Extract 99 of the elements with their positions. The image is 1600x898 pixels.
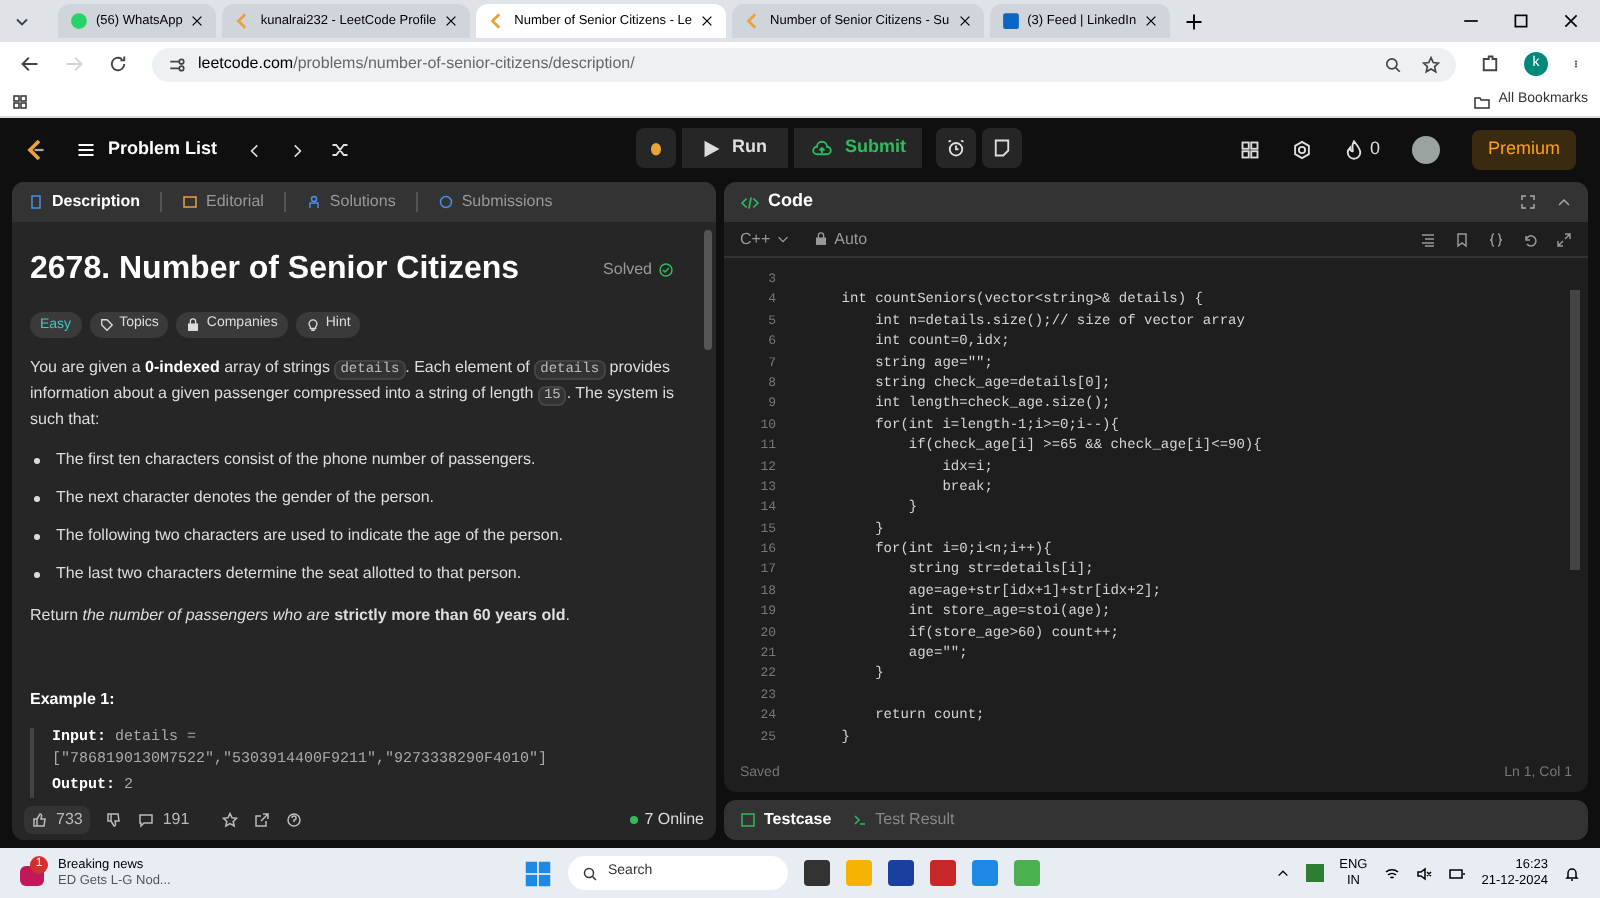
bullet-text: The last two characters determine the seat allotted to that person. (56, 562, 522, 586)
scrollbar-thumb[interactable] (1570, 290, 1580, 570)
bullet-text: The following two characters are used to indicate the age of the person. (56, 524, 563, 548)
braces-icon[interactable] (1488, 231, 1504, 247)
expand-icon[interactable] (1556, 231, 1572, 247)
panel-title: Code (768, 188, 813, 215)
premium-button[interactable]: Premium (1471, 130, 1576, 170)
thumbs-down-icon[interactable] (106, 812, 123, 828)
example-heading: Example 1: (30, 688, 117, 712)
bullet-text: The first ten characters consist of the phone number of passengers. (56, 448, 536, 472)
scrollbar-thumb[interactable] (704, 230, 712, 350)
lightbulb-icon (305, 318, 320, 332)
extensions-icon[interactable] (1480, 54, 1500, 74)
site-settings-icon (168, 55, 186, 73)
bullet-icon (34, 533, 40, 539)
notifications-icon[interactable] (1564, 865, 1580, 881)
format-icon[interactable] (1420, 231, 1436, 247)
bullet-icon (34, 457, 40, 463)
fullscreen-icon[interactable] (1520, 194, 1536, 210)
tag-icon (99, 318, 114, 332)
brand-logo-icon[interactable] (24, 138, 48, 162)
panel-tab[interactable]: Submissions (437, 190, 553, 214)
panel-tab[interactable]: Testcase (740, 808, 832, 832)
flame-icon[interactable] (1343, 140, 1364, 160)
bullet-text: The next character denotes the gender of the person. (56, 486, 435, 510)
undo-icon[interactable] (1522, 231, 1538, 247)
problem-title: 2678. Number of Senior Citizens (30, 250, 520, 290)
close-icon[interactable] (444, 14, 459, 28)
bullet-icon (34, 495, 40, 501)
help-icon[interactable] (285, 812, 302, 828)
zoom-icon[interactable] (1384, 55, 1402, 73)
settings-icon[interactable] (1291, 140, 1312, 160)
windows-start-icon[interactable] (524, 859, 552, 887)
search-icon (582, 865, 598, 881)
bookmark-icon[interactable] (1454, 231, 1470, 247)
close-icon[interactable] (957, 14, 972, 28)
comment-icon (138, 812, 155, 828)
shuffle-icon[interactable] (329, 140, 350, 160)
timer-button[interactable] (936, 128, 976, 168)
close-icon[interactable] (190, 14, 205, 28)
list-icon (76, 140, 96, 160)
close-icon[interactable] (1562, 12, 1580, 30)
wifi-icon[interactable] (1383, 865, 1400, 881)
language-dropdown[interactable]: C++ (740, 227, 791, 251)
thumbs-up-icon (32, 812, 48, 828)
panel-tab[interactable]: Editorial (182, 190, 264, 214)
more-icon[interactable] (1572, 54, 1580, 74)
play-icon (702, 139, 720, 157)
panel-tab[interactable]: Description (28, 190, 141, 214)
chevron-down-icon (776, 232, 791, 246)
chat-icon (70, 12, 88, 30)
close-icon[interactable] (1144, 14, 1159, 28)
solved-status: Solved (603, 258, 674, 282)
star-icon[interactable] (1422, 55, 1440, 73)
chevron-up-icon[interactable] (1275, 866, 1290, 880)
folder-icon (1474, 93, 1491, 109)
cloud-upload-icon (809, 138, 833, 158)
code-icon (740, 193, 760, 211)
share-icon[interactable] (253, 812, 270, 828)
address-bar[interactable]: leetcode.com/problems/number-of-senior-citizens/description/ (152, 47, 1456, 81)
layout-icon[interactable] (1239, 140, 1260, 160)
apps-grid-icon[interactable] (12, 93, 28, 109)
auto-mode-label: Auto (814, 227, 868, 251)
comments-button[interactable]: 191 (138, 808, 190, 832)
online-count: 7 Online (630, 808, 704, 832)
terminal-icon (851, 812, 868, 828)
close-icon[interactable] (700, 14, 715, 28)
restore-icon[interactable] (1512, 12, 1530, 30)
panel-tab[interactable]: Test Result (851, 808, 955, 832)
notes-button[interactable] (982, 128, 1022, 168)
new-tab-icon[interactable] (1184, 11, 1205, 31)
muted-speaker-icon[interactable] (1415, 865, 1432, 881)
run-button[interactable]: Run (682, 128, 787, 168)
submit-button[interactable]: Submit (793, 128, 922, 168)
checkbox-icon (740, 812, 756, 828)
problem-list-button[interactable]: Problem List (76, 136, 218, 164)
streak-count: 0 (1369, 136, 1380, 163)
alarm-clock-icon (946, 138, 966, 158)
lock-icon (814, 232, 829, 246)
check-circle-icon (658, 262, 674, 278)
like-button[interactable]: 733 (24, 806, 91, 834)
user-avatar[interactable] (1411, 136, 1440, 164)
reload-icon[interactable] (108, 54, 128, 74)
document-icon (28, 194, 44, 210)
collapse-icon[interactable] (1556, 194, 1572, 210)
return-statement: Return the number of passengers who are strictly more than 60 years old. (30, 604, 572, 628)
back-icon[interactable] (20, 54, 40, 74)
panel-tab[interactable]: Solutions (305, 190, 396, 214)
tray-app-icon[interactable] (1305, 864, 1324, 882)
book-icon (182, 194, 199, 210)
note-icon (992, 138, 1012, 158)
battery-icon[interactable] (1447, 865, 1466, 881)
bullet-icon (34, 571, 40, 577)
star-icon[interactable] (221, 812, 238, 828)
square-logo-icon (1001, 12, 1020, 30)
history-icon (437, 194, 454, 210)
lock-icon (186, 318, 201, 332)
debug-button[interactable] (636, 128, 676, 168)
url-text: leetcode.com/problems/number-of-senior-citizens/description/ (198, 52, 635, 76)
